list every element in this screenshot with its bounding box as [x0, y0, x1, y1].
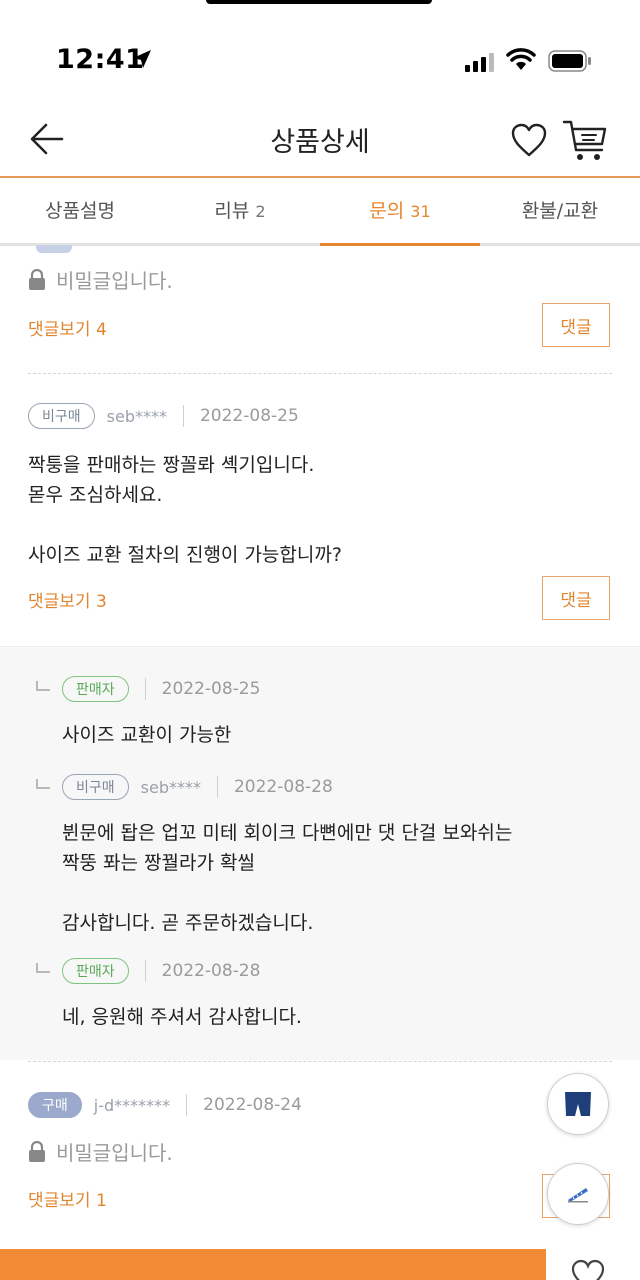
notch: [206, 0, 432, 4]
reply-button[interactable]: 댓글: [542, 303, 610, 347]
location-arrow-icon: [133, 50, 151, 68]
wifi-icon: [506, 48, 536, 70]
tab-inquiry[interactable]: 문의 31: [320, 180, 480, 246]
tab-count: 2: [255, 202, 266, 221]
buy-button[interactable]: [0, 1249, 546, 1280]
reply-meta: 판매자 2022-08-25: [62, 676, 260, 702]
tab-label: 리뷰: [214, 200, 250, 222]
user-id: j-d*******: [93, 1095, 171, 1115]
reply-date: 2022-08-25: [161, 679, 261, 699]
prev-badge-stub: [36, 245, 72, 253]
tab-bar: 상품설명 리뷰 2 문의 31 환불/교환: [0, 180, 640, 246]
user-id: seb****: [140, 777, 201, 797]
non-buyer-badge: 비구매: [28, 403, 95, 429]
signal-icon: [465, 53, 494, 72]
reply-indent-icon: [36, 963, 50, 973]
seller-badge: 판매자: [62, 676, 129, 702]
reply-text: 사이즈 교환이 가능한: [62, 724, 232, 746]
meta-separator: [186, 1094, 188, 1116]
user-id: seb****: [106, 406, 167, 426]
non-buyer-badge: 비구매: [62, 774, 129, 800]
meta-separator: [182, 405, 184, 427]
tab-label: 상품설명: [45, 200, 115, 222]
view-replies-link[interactable]: 댓글보기 1: [28, 1186, 107, 1211]
status-bar: 12:41: [0, 0, 640, 100]
view-replies-link[interactable]: 댓글보기 3: [28, 587, 107, 612]
meta-separator: [144, 678, 146, 700]
app-header: 상품상세: [0, 100, 640, 178]
post-date: 2022-08-25: [199, 406, 299, 426]
reply-text: 네, 응원해 주셔서 감사합니다.: [62, 1006, 302, 1028]
reply-text: 뷘문에 돱은 업꼬 미테 회이크 다뼌에만 댓 단걸 보와쉬는 짝뚱 퐈는 짱꿜…: [62, 822, 513, 934]
view-replies-link[interactable]: 댓글보기 4: [28, 315, 107, 340]
reply-meta: 판매자 2022-08-28: [62, 958, 260, 984]
tab-refund-exchange[interactable]: 환불/교환: [480, 180, 640, 243]
wishlist-heart-icon[interactable]: [570, 1259, 606, 1280]
size-guide-button[interactable]: [547, 1163, 609, 1225]
buyer-badge: 구매: [28, 1092, 82, 1118]
post-meta: 구매 j-d******* 2022-08-24: [28, 1092, 302, 1118]
tab-count: 31: [410, 202, 431, 221]
reply-indent-icon: [36, 779, 50, 789]
heart-icon[interactable]: [510, 122, 548, 158]
secret-post: 비밀글입니다.: [28, 1137, 173, 1166]
meta-separator: [144, 960, 146, 982]
pants-thumbnail-icon: [565, 1092, 591, 1116]
post-meta: 비구매 seb**** 2022-08-25: [28, 403, 299, 429]
tab-label: 환불/교환: [521, 200, 599, 222]
meta-separator: [216, 776, 218, 798]
reply-meta: 비구매 seb**** 2022-08-28: [62, 774, 333, 800]
tab-label: 문의: [369, 200, 405, 222]
seller-badge: 판매자: [62, 958, 129, 984]
secret-text: 비밀글입니다.: [56, 269, 173, 293]
reply-button[interactable]: 댓글: [542, 576, 610, 620]
post-date: 2022-08-24: [203, 1095, 302, 1115]
tab-reviews[interactable]: 리뷰 2: [160, 180, 320, 243]
reply-date: 2022-08-28: [161, 961, 261, 981]
secret-text: 비밀글입니다.: [56, 1141, 173, 1165]
cart-icon[interactable]: [562, 118, 608, 162]
reply-thread: 판매자 2022-08-25 사이즈 교환이 가능한 비구매 seb**** 2…: [0, 646, 640, 1060]
battery-icon: [548, 50, 591, 72]
reply-date: 2022-08-28: [233, 777, 333, 797]
bottom-bar: [0, 1249, 640, 1280]
tab-description[interactable]: 상품설명: [0, 180, 160, 243]
inquiry-list: 비밀글입니다. 댓글보기 4 댓글 비구매 seb**** 2022-08-25…: [0, 245, 640, 1249]
divider: [28, 373, 612, 374]
product-thumbnail-button[interactable]: [547, 1073, 609, 1135]
lock-icon: [29, 1140, 45, 1162]
lock-icon: [29, 268, 45, 290]
reply-indent-icon: [36, 681, 50, 691]
post-body: 짝퉁을 판매하는 짱꼴롸 셱기입니다. 몯우 조심하세요. 사이즈 교환 절차의…: [28, 454, 342, 566]
secret-post: 비밀글입니다.: [28, 265, 173, 294]
ruler-icon: [568, 1188, 588, 1203]
divider: [28, 1061, 612, 1062]
